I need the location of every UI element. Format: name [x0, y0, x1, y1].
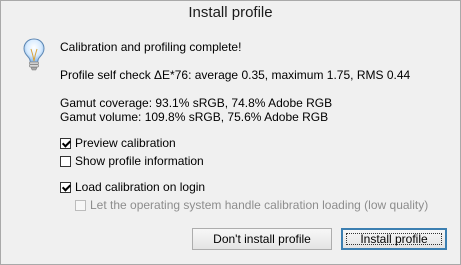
os-calibration-loading-option: Let the operating system handle calibrat…: [75, 198, 428, 212]
profile-self-check: Profile self check ΔE*76: average 0.35, …: [60, 68, 411, 82]
preview-calibration-label[interactable]: Preview calibration: [75, 136, 176, 150]
lightbulb-icon: [23, 38, 45, 71]
preview-calibration-option[interactable]: Preview calibration: [60, 136, 176, 150]
os-calibration-loading-label: Let the operating system handle calibrat…: [90, 198, 429, 212]
show-profile-info-option[interactable]: Show profile information: [60, 154, 204, 168]
completion-message: Calibration and profiling complete!: [60, 40, 242, 54]
window-title: Install profile: [1, 1, 460, 25]
load-calibration-checkbox[interactable]: [60, 181, 71, 193]
load-calibration-label[interactable]: Load calibration on login: [75, 180, 205, 194]
install-profile-button[interactable]: Install profile: [341, 228, 447, 250]
os-calibration-loading-checkbox: [75, 199, 86, 211]
dont-install-profile-button[interactable]: Don't install profile: [192, 228, 332, 250]
preview-calibration-checkbox[interactable]: [60, 137, 71, 149]
show-profile-info-checkbox[interactable]: [60, 155, 71, 167]
load-calibration-option[interactable]: Load calibration on login: [60, 180, 205, 194]
show-profile-info-label[interactable]: Show profile information: [75, 154, 204, 168]
install-profile-label[interactable]: Install profile: [360, 232, 427, 246]
gamut-coverage: Gamut coverage: 93.1% sRGB, 74.8% Adobe …: [60, 96, 333, 110]
gamut-volume: Gamut volume: 109.8% sRGB, 75.6% Adobe R…: [60, 110, 329, 124]
install-profile-dialog: Install profile Calibration and profilin…: [0, 0, 461, 265]
